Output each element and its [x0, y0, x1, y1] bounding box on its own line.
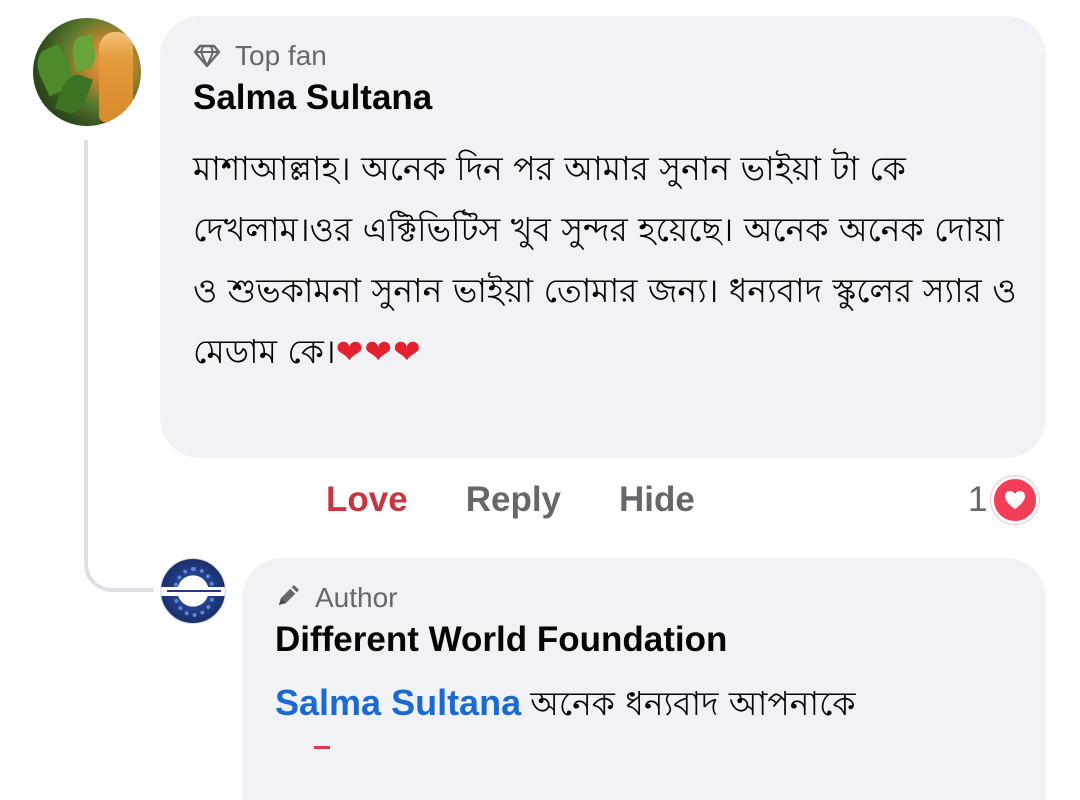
- mention-link[interactable]: Salma Sultana: [275, 682, 521, 723]
- diamond-icon: [193, 44, 221, 68]
- comment-thread: Top fan Salma Sultana মাশাআল্লাহ। অনেক দ…: [0, 0, 1080, 800]
- love-reaction-icon: [991, 476, 1040, 524]
- commenter-avatar[interactable]: [33, 18, 141, 126]
- badge-label: Top fan: [235, 40, 327, 71]
- reply-bubble: Author Different World Foundation Salma …: [242, 558, 1046, 800]
- reply-text-block: Salma Sultana অনেক ধন্যবাদ আপনাকে: [275, 676, 855, 731]
- pencil-icon: [275, 581, 303, 616]
- reaction-count: 1: [968, 480, 988, 519]
- reply-button[interactable]: Reply: [466, 480, 561, 520]
- reply-author-name[interactable]: Different World Foundation: [275, 620, 727, 660]
- thread-connector-line: [84, 140, 154, 592]
- commenter-name[interactable]: Salma Sultana: [193, 78, 432, 118]
- reply-text: অনেক ধন্যবাদ আপনাকে: [530, 684, 856, 723]
- love-button[interactable]: Love: [326, 480, 408, 520]
- page-avatar[interactable]: [160, 558, 226, 624]
- comment-text-block: মাশাআল্লাহ। অনেক দিন পর আমার সুনান ভাইয়…: [193, 138, 1023, 382]
- author-badge: Author: [275, 580, 398, 616]
- top-fan-badge: Top fan: [193, 38, 327, 74]
- badge-label: Author: [315, 582, 398, 613]
- comment-text: মাশাআল্লাহ। অনেক দিন পর আমার সুনান ভাইয়…: [193, 149, 1017, 371]
- typing-indicator-mark: [314, 746, 330, 749]
- reaction-summary[interactable]: 1: [968, 476, 1040, 524]
- comment-actions: Love Reply Hide: [326, 474, 695, 526]
- comment-bubble: Top fan Salma Sultana মাশাআল্লাহ। অনেক দ…: [160, 16, 1046, 458]
- heart-emojis: ❤❤❤: [335, 332, 422, 371]
- hide-button[interactable]: Hide: [619, 480, 695, 520]
